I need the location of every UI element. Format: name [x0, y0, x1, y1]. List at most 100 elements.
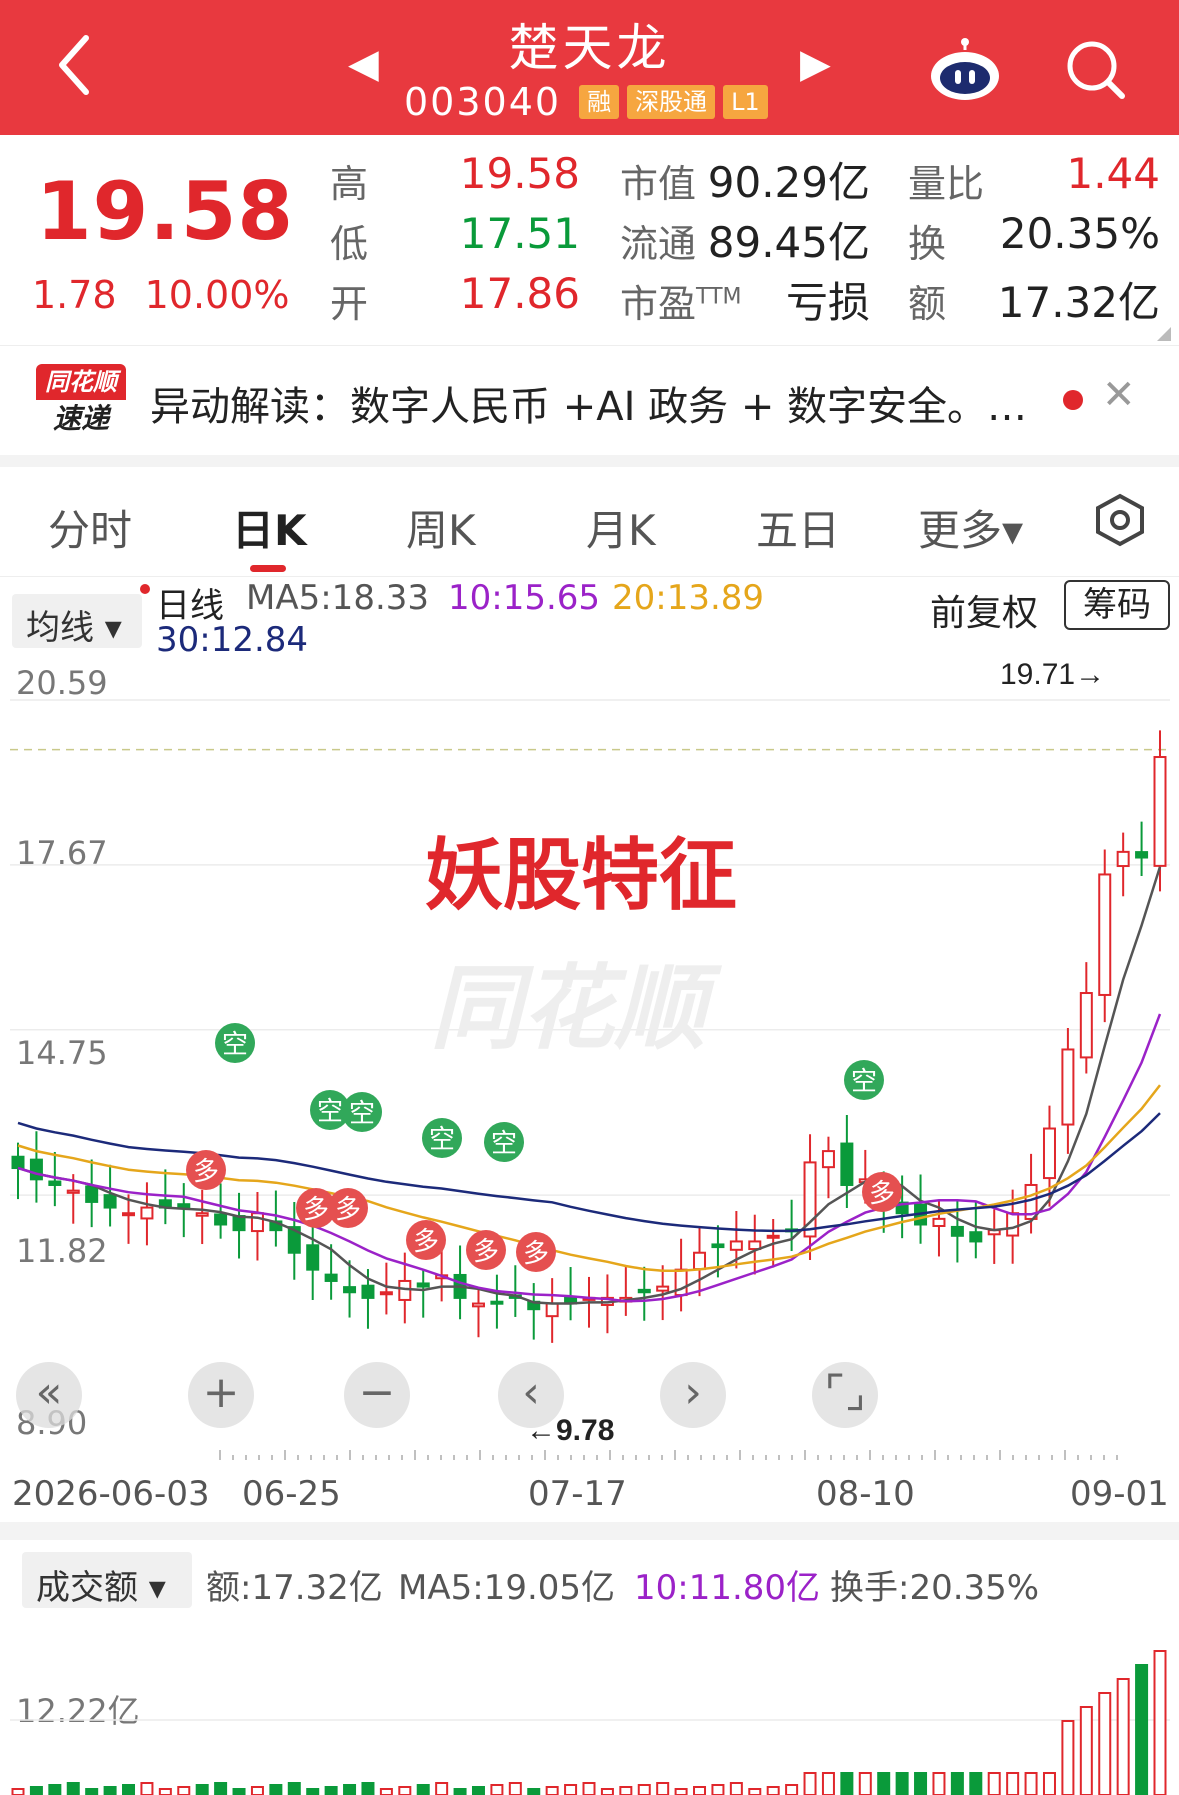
candle-body — [195, 1212, 209, 1217]
tab-monthly-k[interactable]: 月K — [586, 497, 656, 558]
volume-ma10: 10:11.80亿 — [634, 1568, 821, 1608]
sell-signal-label: 空 — [349, 1098, 375, 1128]
volume-bar — [11, 1788, 25, 1795]
volume-bar — [140, 1782, 154, 1795]
volume-bar — [527, 1788, 541, 1795]
ma5-line — [17, 866, 1162, 1305]
volume-bar — [1135, 1664, 1149, 1795]
volume-bar — [453, 1788, 467, 1795]
tab-weekly-k[interactable]: 周K — [406, 497, 476, 558]
volume-bar — [471, 1786, 485, 1795]
amount-value: 17.32亿 — [997, 278, 1160, 327]
scroll-left-icon[interactable]: « — [16, 1362, 82, 1428]
tag-margin: 融 — [579, 85, 620, 119]
next-stock-arrow-icon[interactable]: ▶ — [800, 44, 831, 84]
stock-code-row: 003040 融 深股通 L1 — [404, 80, 768, 124]
fullscreen-icon[interactable]: ⌜⌟ — [812, 1362, 878, 1428]
news-headline[interactable]: 异动解读：数字人民币 +AI 政务 + 数字安全。… — [150, 374, 1027, 432]
step-left-icon[interactable]: ‹ — [498, 1362, 564, 1428]
candle-body — [1006, 1212, 1020, 1237]
y-tick-0: 20.59 — [16, 664, 108, 702]
volume-bar — [232, 1788, 246, 1795]
quote-panel: 19.58 1.78 10.00% 高 低 开 19.58 17.51 17.8… — [0, 135, 1179, 345]
chart-grid — [10, 699, 1170, 1460]
y-tick-3: 11.82 — [16, 1232, 108, 1270]
candle-body — [969, 1231, 983, 1243]
volume-bar — [29, 1786, 43, 1795]
buy-signal-label: 多 — [473, 1236, 499, 1266]
candlestick-chart[interactable]: 同花顺 空空 空空 空空多多 多多多多多 妖股特征 19.71→ ←9.78 — [10, 660, 1170, 1460]
volume-bar — [785, 1784, 799, 1795]
adjust-mode[interactable]: 前复权 — [930, 584, 1038, 636]
step-right-icon[interactable]: › — [660, 1362, 726, 1428]
buy-signal-label: 多 — [869, 1178, 895, 1208]
candle-body — [343, 1286, 357, 1294]
candle-body — [416, 1282, 430, 1288]
volume-indicator-select[interactable]: 成交额 ▾ — [22, 1552, 192, 1608]
volume-bar — [932, 1772, 946, 1795]
candle-body — [950, 1225, 964, 1237]
ma-lines-group — [17, 866, 1162, 1305]
high-value: 19.58 — [459, 149, 580, 198]
settings-hexagon-icon[interactable] — [1092, 492, 1148, 548]
volume-bar — [582, 1782, 596, 1795]
ma10-value: 10:15.65 — [448, 578, 601, 618]
candle-body — [140, 1206, 154, 1220]
robot-assistant-icon[interactable] — [925, 38, 1005, 102]
tab-more[interactable]: 更多▾ — [918, 497, 1023, 558]
volume-bar — [1061, 1720, 1075, 1795]
volume-bar — [48, 1784, 62, 1795]
chip-distribution-button[interactable]: 筹码 — [1064, 580, 1170, 630]
volume-amount: 额:17.32亿 — [206, 1568, 383, 1608]
open-label: 开 — [330, 282, 369, 326]
volume-bar — [858, 1772, 872, 1795]
volume-divider — [0, 1522, 1179, 1540]
chart-watermark: 同花顺 — [430, 958, 723, 1060]
candle-body — [232, 1215, 246, 1232]
news-logo: 同花顺 速递 — [36, 364, 126, 440]
sell-signal-label: 空 — [851, 1066, 877, 1096]
active-tab-indicator — [250, 565, 286, 572]
candle-body — [177, 1203, 191, 1209]
tab-daily-k[interactable]: 日K — [232, 497, 307, 558]
period-dot-icon — [140, 584, 150, 594]
tab-five-day[interactable]: 五日 — [756, 497, 840, 558]
volume-bar — [895, 1772, 909, 1795]
volume-bar — [950, 1772, 964, 1795]
volume-bar — [545, 1786, 559, 1795]
ma30-value: 30:12.84 — [156, 620, 309, 660]
volume-bar — [416, 1784, 430, 1795]
volume-chart — [10, 1650, 1170, 1795]
candle-body — [306, 1244, 320, 1271]
indicator-select[interactable]: 均线 ▾ — [12, 594, 142, 648]
candle-body — [471, 1302, 485, 1308]
expand-corner-icon[interactable] — [1157, 327, 1171, 341]
volume-bar — [1079, 1706, 1093, 1795]
zoom-out-icon[interactable]: − — [344, 1362, 410, 1428]
candle-body — [821, 1150, 835, 1169]
volume-bar — [564, 1784, 578, 1795]
volume-bar — [877, 1772, 891, 1795]
volume-bar — [508, 1782, 522, 1795]
close-icon[interactable]: ✕ — [1102, 372, 1136, 418]
turnover-value: 20.35% — [999, 209, 1160, 258]
tab-intraday[interactable]: 分时 — [48, 497, 132, 558]
candle-body — [66, 1189, 80, 1194]
buy-signal-label: 多 — [523, 1238, 549, 1268]
sell-signal-label: 空 — [429, 1124, 455, 1154]
volume-bar — [748, 1788, 762, 1795]
zoom-in-icon[interactable]: + — [188, 1362, 254, 1428]
buy-signal-label: 多 — [335, 1194, 361, 1224]
buy-signal-label: 多 — [303, 1194, 329, 1224]
volume-bar — [122, 1784, 136, 1795]
float-label: 流通 — [620, 222, 697, 266]
news-banner[interactable]: 同花顺 速递 异动解读：数字人民币 +AI 政务 + 数字安全。… — [0, 345, 1179, 455]
candle-body — [693, 1251, 707, 1271]
ma20-value: 20:13.89 — [612, 578, 765, 618]
sell-signal-label: 空 — [222, 1029, 248, 1059]
price-change-row: 1.78 10.00% — [32, 273, 290, 317]
search-icon[interactable] — [1060, 34, 1130, 104]
candle-body — [711, 1243, 725, 1249]
volume-bar — [435, 1782, 449, 1795]
candle-body — [545, 1302, 559, 1318]
